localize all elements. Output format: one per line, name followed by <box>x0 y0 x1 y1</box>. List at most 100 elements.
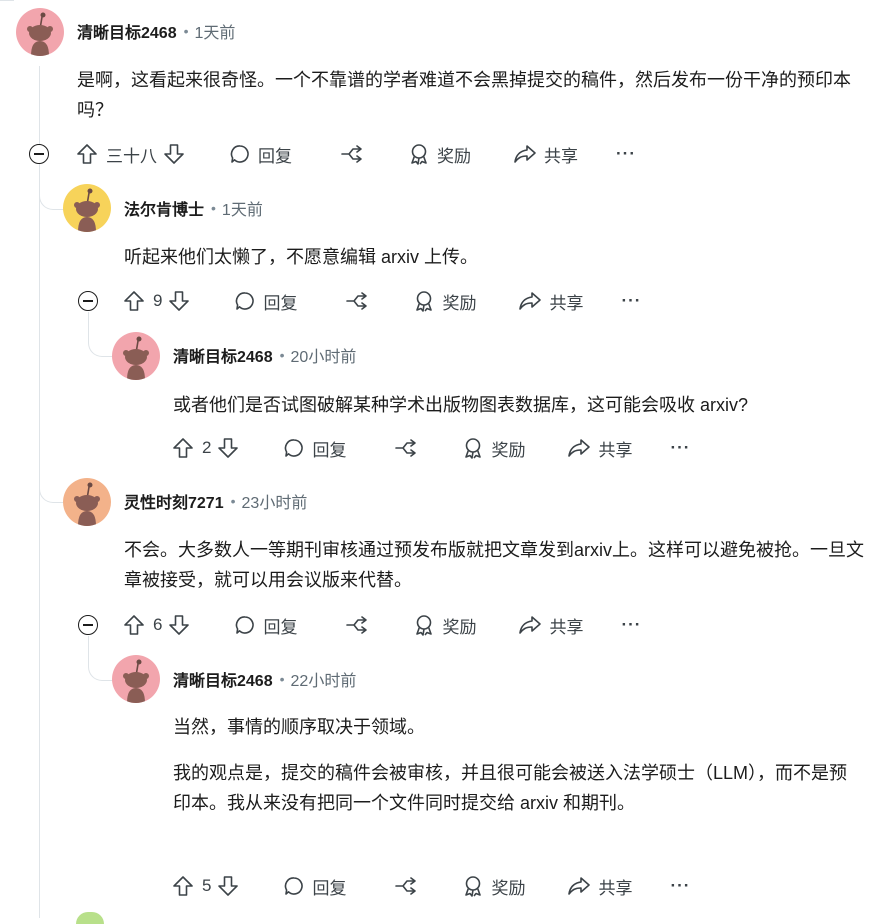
comment-body: 不会。大多数人一等期刊审核通过预发布版就把文章发到arxiv上。这样可以避免被抢… <box>124 535 869 595</box>
crosspost-button[interactable] <box>394 875 418 897</box>
crosspost-icon <box>395 877 417 895</box>
author-name[interactable]: 清晰目标2468 <box>173 667 273 691</box>
upvote-button[interactable] <box>123 290 145 312</box>
action-bar: 9 回复 奖励 共享 ··· <box>123 287 641 315</box>
downvote-icon <box>169 615 190 635</box>
share-button[interactable]: 共享 <box>513 142 578 167</box>
timestamp[interactable]: 22小时前 <box>291 667 357 691</box>
award-button[interactable]: 奖励 <box>462 436 525 461</box>
crosspost-button[interactable] <box>340 143 364 165</box>
award-label: 奖励 <box>491 878 526 898</box>
upvote-icon <box>173 438 193 458</box>
upvote-button[interactable] <box>123 614 145 636</box>
more-options-button[interactable]: ··· <box>621 615 641 635</box>
share-icon <box>514 145 536 163</box>
author-name[interactable]: 灵性时刻7271 <box>124 489 224 513</box>
reply-label: 回复 <box>312 440 347 460</box>
award-label: 奖励 <box>491 440 526 460</box>
more-options-button[interactable]: ··· <box>670 438 690 458</box>
award-button[interactable]: 奖励 <box>413 613 476 638</box>
downvote-button[interactable] <box>168 614 190 636</box>
share-icon <box>568 439 591 457</box>
collapse-button[interactable] <box>78 291 98 311</box>
collapse-button[interactable] <box>78 615 98 635</box>
vote-score: 6 <box>153 615 163 634</box>
award-icon <box>411 144 427 165</box>
share-icon <box>519 616 542 634</box>
author-name[interactable]: 清晰目标2468 <box>77 19 177 43</box>
share-button[interactable]: 共享 <box>567 436 632 461</box>
author-name[interactable]: 清晰目标2468 <box>173 343 273 367</box>
downvote-button[interactable] <box>163 143 185 165</box>
comment-bubble-icon <box>236 616 255 634</box>
share-button[interactable]: 共享 <box>567 874 632 899</box>
thread-connector <box>88 312 113 357</box>
comment-meta: 清晰目标2468 • 22小时前 <box>173 668 356 690</box>
reply-button[interactable]: 回复 <box>234 289 297 314</box>
timestamp[interactable]: 1天前 <box>222 196 263 220</box>
action-bar: 三十八 回复 奖励 共享 ··· <box>76 140 636 168</box>
upvote-button[interactable] <box>172 875 194 897</box>
separator-dot: • <box>279 347 285 363</box>
award-icon <box>416 291 433 312</box>
downvote-button[interactable] <box>217 875 239 897</box>
award-button[interactable]: 奖励 <box>408 142 471 167</box>
crosspost-button[interactable] <box>345 290 369 312</box>
reply-button[interactable]: 回复 <box>229 142 292 167</box>
award-icon <box>465 876 482 897</box>
action-bar: 5 回复 奖励 共享 ··· <box>172 872 690 900</box>
downvote-button[interactable] <box>217 437 239 459</box>
avatar[interactable] <box>63 184 111 232</box>
award-button[interactable]: 奖励 <box>462 874 525 899</box>
crosspost-button[interactable] <box>394 437 418 459</box>
award-button[interactable]: 奖励 <box>413 289 476 314</box>
share-icon <box>519 292 542 310</box>
reply-button[interactable]: 回复 <box>283 436 346 461</box>
avatar[interactable] <box>112 332 160 380</box>
share-button[interactable]: 共享 <box>518 289 583 314</box>
comment-body: 当然，事情的顺序取决于领域。 我的观点是，提交的稿件会被审核，并且很可能会被送入… <box>173 712 863 818</box>
comment-meta: 法尔肯博士 • 1天前 <box>124 197 263 219</box>
avatar[interactable] <box>112 655 160 703</box>
separator-dot: • <box>211 200 216 216</box>
separator-dot: • <box>183 23 189 39</box>
reply-button[interactable]: 回复 <box>234 613 297 638</box>
share-label: 共享 <box>598 878 633 898</box>
comment-body: 是啊，这看起来很奇怪。一个不靠谱的学者难道不会黑掉提交的稿件，然后发布一份干净的… <box>77 65 867 125</box>
more-options-button[interactable]: ··· <box>621 291 641 311</box>
collapse-button[interactable] <box>29 144 49 164</box>
separator-dot: • <box>279 671 285 687</box>
comment-bubble-icon <box>230 145 249 163</box>
upvote-icon <box>124 291 144 311</box>
comment-text: 我的观点是，提交的稿件会被审核，并且很可能会被送入法学硕士（LLM），而不是预印… <box>173 763 848 813</box>
comment-meta: 清晰目标2468 • 1天前 <box>77 20 235 42</box>
more-options-button[interactable]: ··· <box>670 876 690 896</box>
comment-meta: 灵性时刻7271 • 23小时前 <box>124 490 307 512</box>
upvote-icon <box>173 876 193 896</box>
action-bar: 2 回复 奖励 共享 ··· <box>172 434 690 462</box>
downvote-button[interactable] <box>168 290 190 312</box>
share-button[interactable]: 共享 <box>518 613 583 638</box>
avatar[interactable] <box>63 478 111 526</box>
upvote-button[interactable] <box>172 437 194 459</box>
thread-connector <box>88 636 113 681</box>
avatar-partial <box>76 912 104 924</box>
reply-button[interactable]: 回复 <box>283 874 346 899</box>
reply-label: 回复 <box>258 146 292 166</box>
author-name[interactable]: 法尔肯博士 <box>124 196 204 220</box>
award-label: 奖励 <box>442 293 477 313</box>
avatar[interactable] <box>16 8 64 56</box>
timestamp[interactable]: 1天前 <box>195 19 236 43</box>
snoo-icon <box>74 188 100 232</box>
reply-label: 回复 <box>263 617 298 637</box>
crosspost-button[interactable] <box>345 614 369 636</box>
downvote-icon <box>218 876 239 896</box>
separator-dot: • <box>230 493 236 509</box>
upvote-button[interactable] <box>76 143 98 165</box>
share-label: 共享 <box>598 440 633 460</box>
comment-meta: 清晰目标2468 • 20小时前 <box>173 344 356 366</box>
comment-text: 当然，事情的顺序取决于领域。 <box>173 717 425 737</box>
more-options-button[interactable]: ··· <box>616 144 636 164</box>
timestamp[interactable]: 23小时前 <box>242 489 308 513</box>
timestamp[interactable]: 20小时前 <box>291 343 357 367</box>
